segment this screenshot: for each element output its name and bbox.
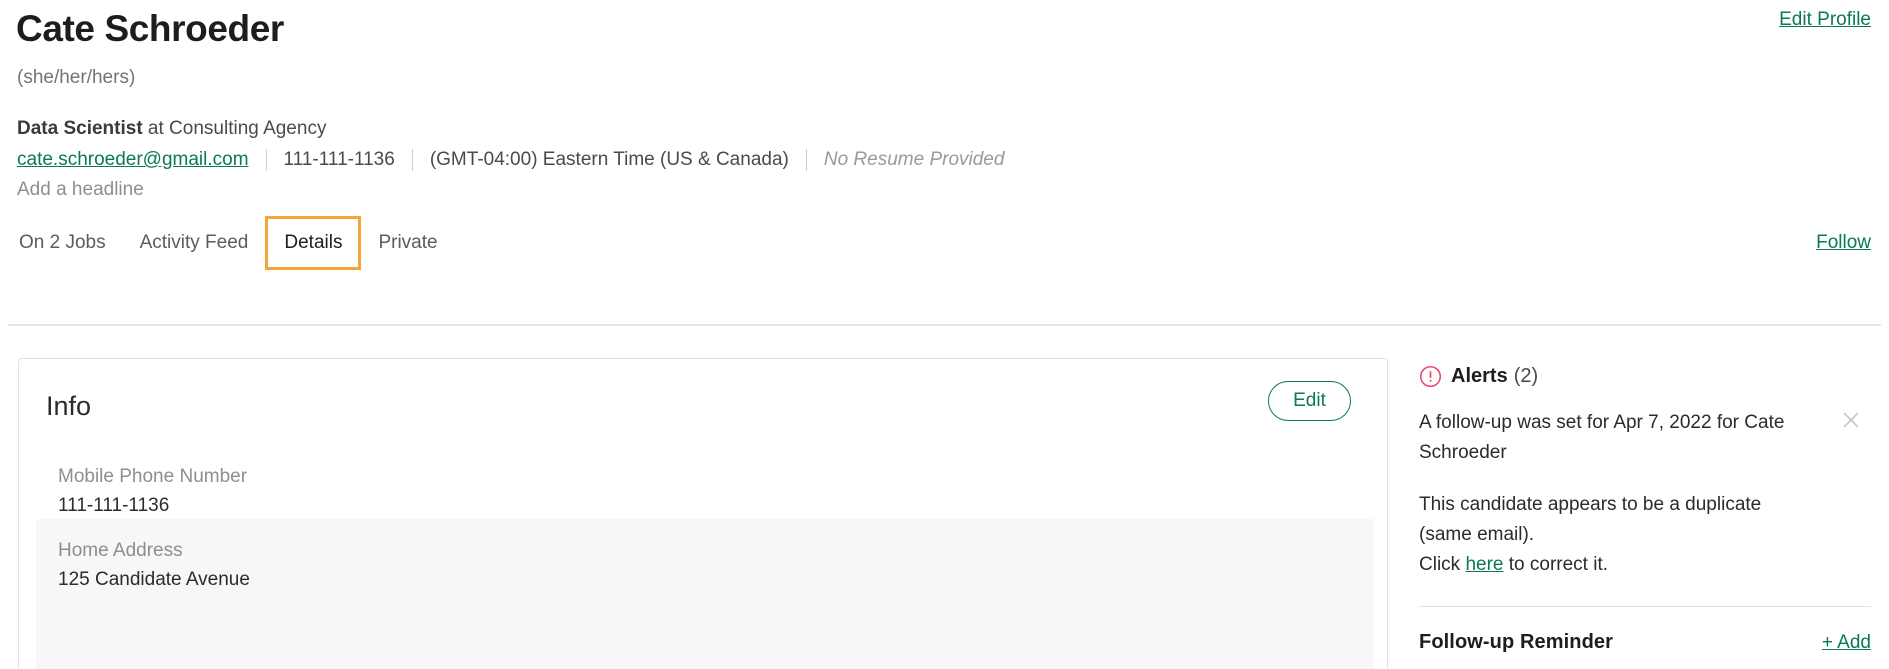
followup-reminder-title: Follow-up Reminder — [1419, 631, 1614, 653]
alert-text: A follow-up was set for Apr 7, 2022 for … — [1419, 412, 1785, 463]
page-title: Cate Schroeder — [16, 8, 284, 49]
tab-on-jobs[interactable]: On 2 Jobs — [16, 216, 123, 270]
alert-text-line1: This candidate appears to be a duplicate… — [1419, 494, 1762, 545]
edit-profile-link[interactable]: Edit Profile — [1779, 8, 1871, 32]
contact-divider — [265, 149, 267, 171]
alert-text-line2: Click here to correct it. — [1419, 550, 1815, 580]
info-card-title: Info — [46, 391, 92, 421]
contact-divider — [411, 149, 413, 171]
field-value: 111-111-1136 — [58, 495, 170, 516]
job-title: Data Scientist — [17, 118, 143, 139]
tab-activity-feed[interactable]: Activity Feed — [123, 216, 266, 270]
field-row-mobile-phone: Mobile Phone Number 111-111-1136 — [36, 445, 1373, 519]
job-headline: Data Scientist at Consulting Agency — [17, 117, 326, 141]
contact-row: cate.schroeder@gmail.com 111-111-1136 (G… — [17, 147, 1004, 173]
field-value: 125 Candidate Avenue — [58, 569, 250, 590]
alert-text-prefix: Click — [1419, 554, 1466, 575]
add-followup-link[interactable]: + Add — [1822, 630, 1871, 656]
field-label: Home Address — [58, 540, 183, 561]
follow-link[interactable]: Follow — [1816, 231, 1871, 255]
alerts-title: Alerts — [1451, 365, 1508, 387]
info-card-header: Info Edit — [19, 359, 1387, 445]
field-label: Mobile Phone Number — [58, 466, 248, 487]
tab-bar-divider — [8, 324, 1881, 326]
timezone-label: (GMT-04:00) Eastern Time (US & Canada) — [429, 149, 789, 170]
correct-duplicate-link[interactable]: here — [1465, 554, 1503, 575]
job-company: at Consulting Agency — [142, 118, 327, 139]
alert-item-followup: A follow-up was set for Apr 7, 2022 for … — [1419, 408, 1871, 468]
resume-status: No Resume Provided — [823, 149, 1005, 170]
email-link[interactable]: cate.schroeder@gmail.com — [17, 147, 249, 173]
rail-divider — [1419, 606, 1871, 607]
contact-divider — [805, 149, 807, 171]
add-headline-link[interactable]: Add a headline — [17, 178, 144, 202]
alerts-count: (2) — [1513, 365, 1539, 387]
alerts-header: Alerts (2) — [1419, 358, 1871, 394]
followup-reminder-section: Follow-up Reminder + Add — [1419, 629, 1871, 656]
tab-list: On 2 Jobs Activity Feed Details Private — [16, 216, 455, 270]
pronouns-label: (she/her/hers) — [17, 67, 136, 88]
close-icon[interactable] — [1841, 410, 1861, 430]
alert-circle-icon — [1419, 365, 1442, 388]
edit-info-button[interactable]: Edit — [1268, 381, 1351, 421]
candidate-profile-page: Cate Schroeder (she/her/hers) Edit Profi… — [0, 0, 1889, 669]
info-card: Info Edit Mobile Phone Number 111-111-11… — [18, 358, 1388, 669]
alerts-panel: Alerts (2) A follow-up was set for Apr 7… — [1419, 358, 1871, 656]
tab-bar: On 2 Jobs Activity Feed Details Private … — [0, 216, 1889, 270]
alert-text-suffix: to correct it. — [1503, 554, 1609, 575]
alert-item-duplicate: This candidate appears to be a duplicate… — [1419, 490, 1871, 580]
phone-number: 111-111-1136 — [283, 149, 395, 170]
field-row-home-address: Home Address 125 Candidate Avenue — [36, 519, 1373, 669]
tab-private[interactable]: Private — [361, 216, 454, 270]
tab-details[interactable]: Details — [265, 216, 362, 270]
